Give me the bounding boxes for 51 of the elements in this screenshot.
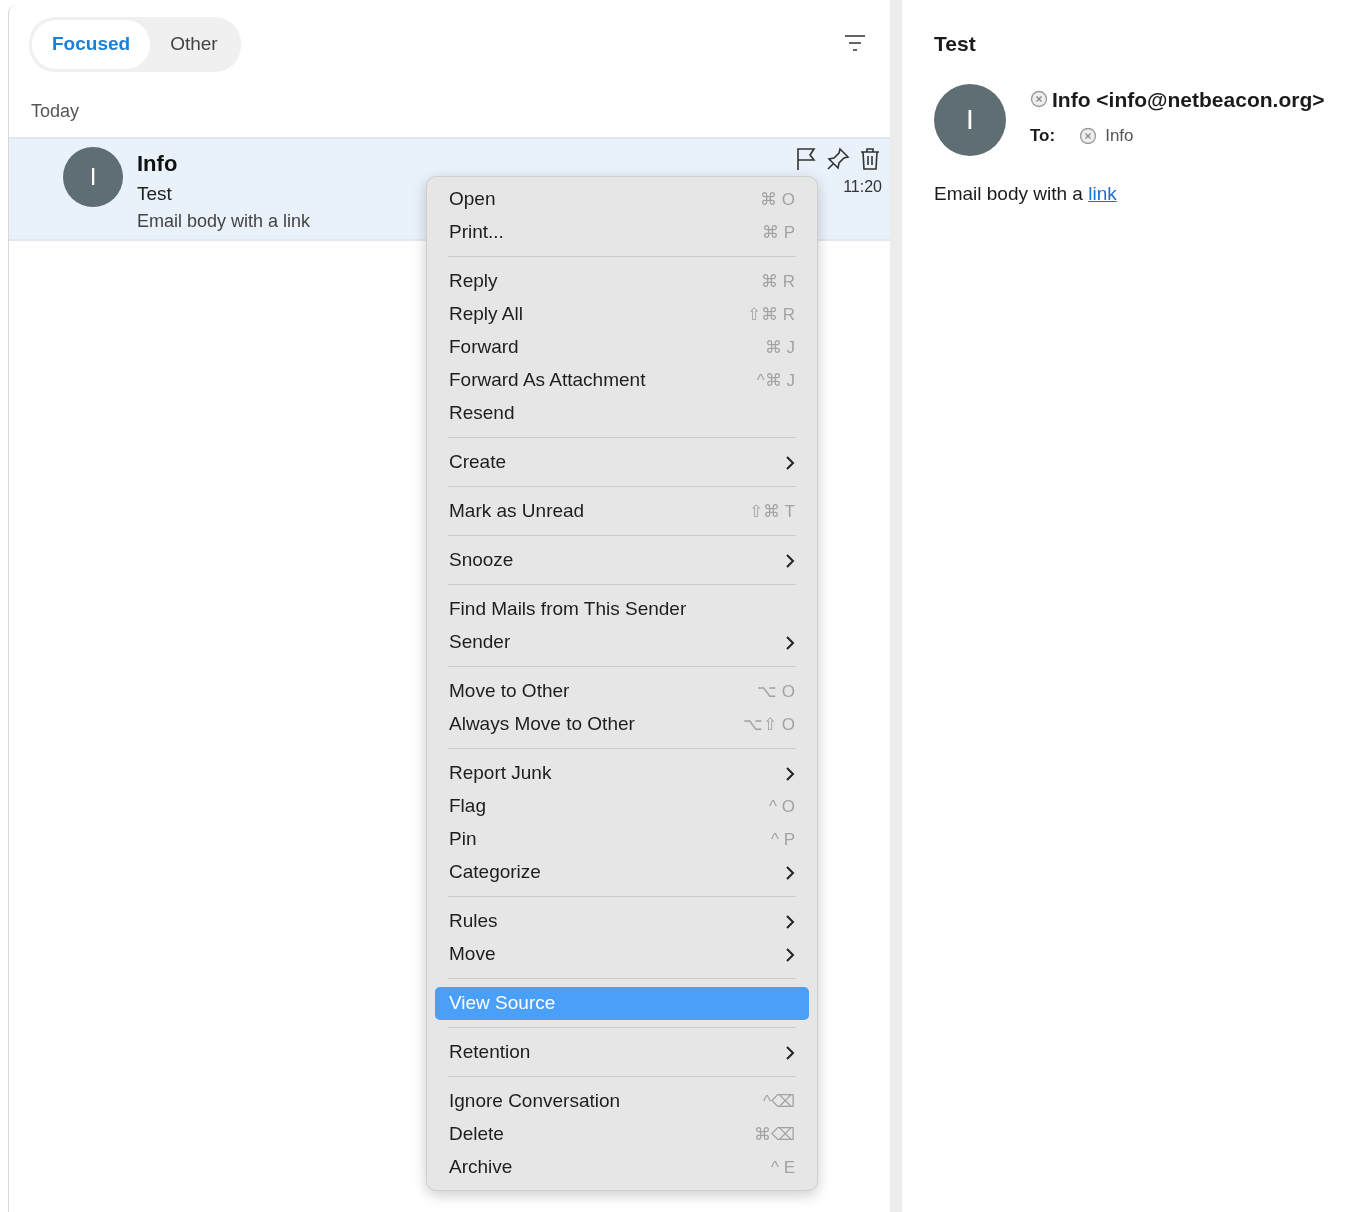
menu-item-label: Move to Other: [449, 679, 570, 704]
menu-item-label: Move: [449, 942, 496, 967]
avatar: I: [63, 146, 123, 207]
keyboard-shortcut: ⌘ J: [764, 336, 795, 359]
keyboard-shortcut: ^ O: [769, 795, 795, 818]
message-preview: Email body with a link: [137, 210, 311, 233]
menu-item-label: Find Mails from This Sender: [449, 597, 687, 622]
menu-item-label: Retention: [449, 1040, 531, 1065]
message-time: 11:20: [843, 176, 882, 197]
sender-name: Info: [137, 149, 178, 178]
recipient-name: Info: [1105, 125, 1134, 147]
email-subject: Test: [934, 31, 977, 57]
menu-item-label: Snooze: [449, 548, 514, 573]
menu-item-label: Rules: [449, 909, 498, 934]
menu-item-label: Report Junk: [449, 761, 552, 786]
keyboard-shortcut: ^⌫: [763, 1090, 795, 1113]
keyboard-shortcut: ⌥ O: [757, 680, 795, 703]
keyboard-shortcut: ⌘ P: [761, 221, 795, 244]
message-subject: Test: [137, 181, 172, 206]
menu-item-label: Flag: [449, 794, 486, 819]
menu-item-label: Categorize: [449, 860, 541, 885]
menu-item-label: Archive: [449, 1155, 513, 1180]
menu-item-label: Forward: [449, 335, 519, 360]
menu-item-label: Delete: [449, 1122, 504, 1147]
avatar: I: [934, 83, 1006, 156]
menu-item-label: Reply: [449, 269, 498, 294]
keyboard-shortcut: ^ P: [770, 828, 795, 851]
menu-item-label: Ignore Conversation: [449, 1089, 621, 1114]
menu-item-label: Open: [449, 187, 496, 212]
menu-item-label: Always Move to Other: [449, 712, 635, 737]
menu-item-label: Reply All: [449, 302, 523, 327]
email-body: Email body with a link: [934, 181, 1118, 206]
sender-address: Info <info@netbeacon.org>: [1052, 86, 1325, 113]
keyboard-shortcut: ⌥⇧ O: [743, 713, 795, 736]
menu-item-label: Resend: [449, 401, 515, 426]
keyboard-shortcut: ^ E: [770, 1156, 795, 1179]
menu-item-label: View Source: [449, 991, 556, 1016]
date-group-label: Today: [31, 99, 81, 123]
menu-item-label: Print...: [449, 220, 504, 245]
recipient-label: To:: [1030, 125, 1056, 147]
keyboard-shortcut: ⌘ O: [760, 188, 795, 211]
menu-item-label: Mark as Unread: [449, 499, 585, 524]
menu-item-label: Forward As Attachment: [449, 368, 646, 393]
keyboard-shortcut: ^⌘ J: [756, 369, 795, 392]
menu-item-label: Sender: [449, 630, 511, 655]
keyboard-shortcut: ⇧⌘ R: [747, 303, 795, 326]
keyboard-shortcut: ⌘⌫: [754, 1123, 795, 1146]
keyboard-shortcut: ⇧⌘ T: [749, 500, 795, 523]
keyboard-shortcut: ⌘ R: [761, 270, 795, 293]
menu-item-label: Pin: [449, 827, 477, 852]
menu-item-label: Create: [449, 450, 507, 475]
